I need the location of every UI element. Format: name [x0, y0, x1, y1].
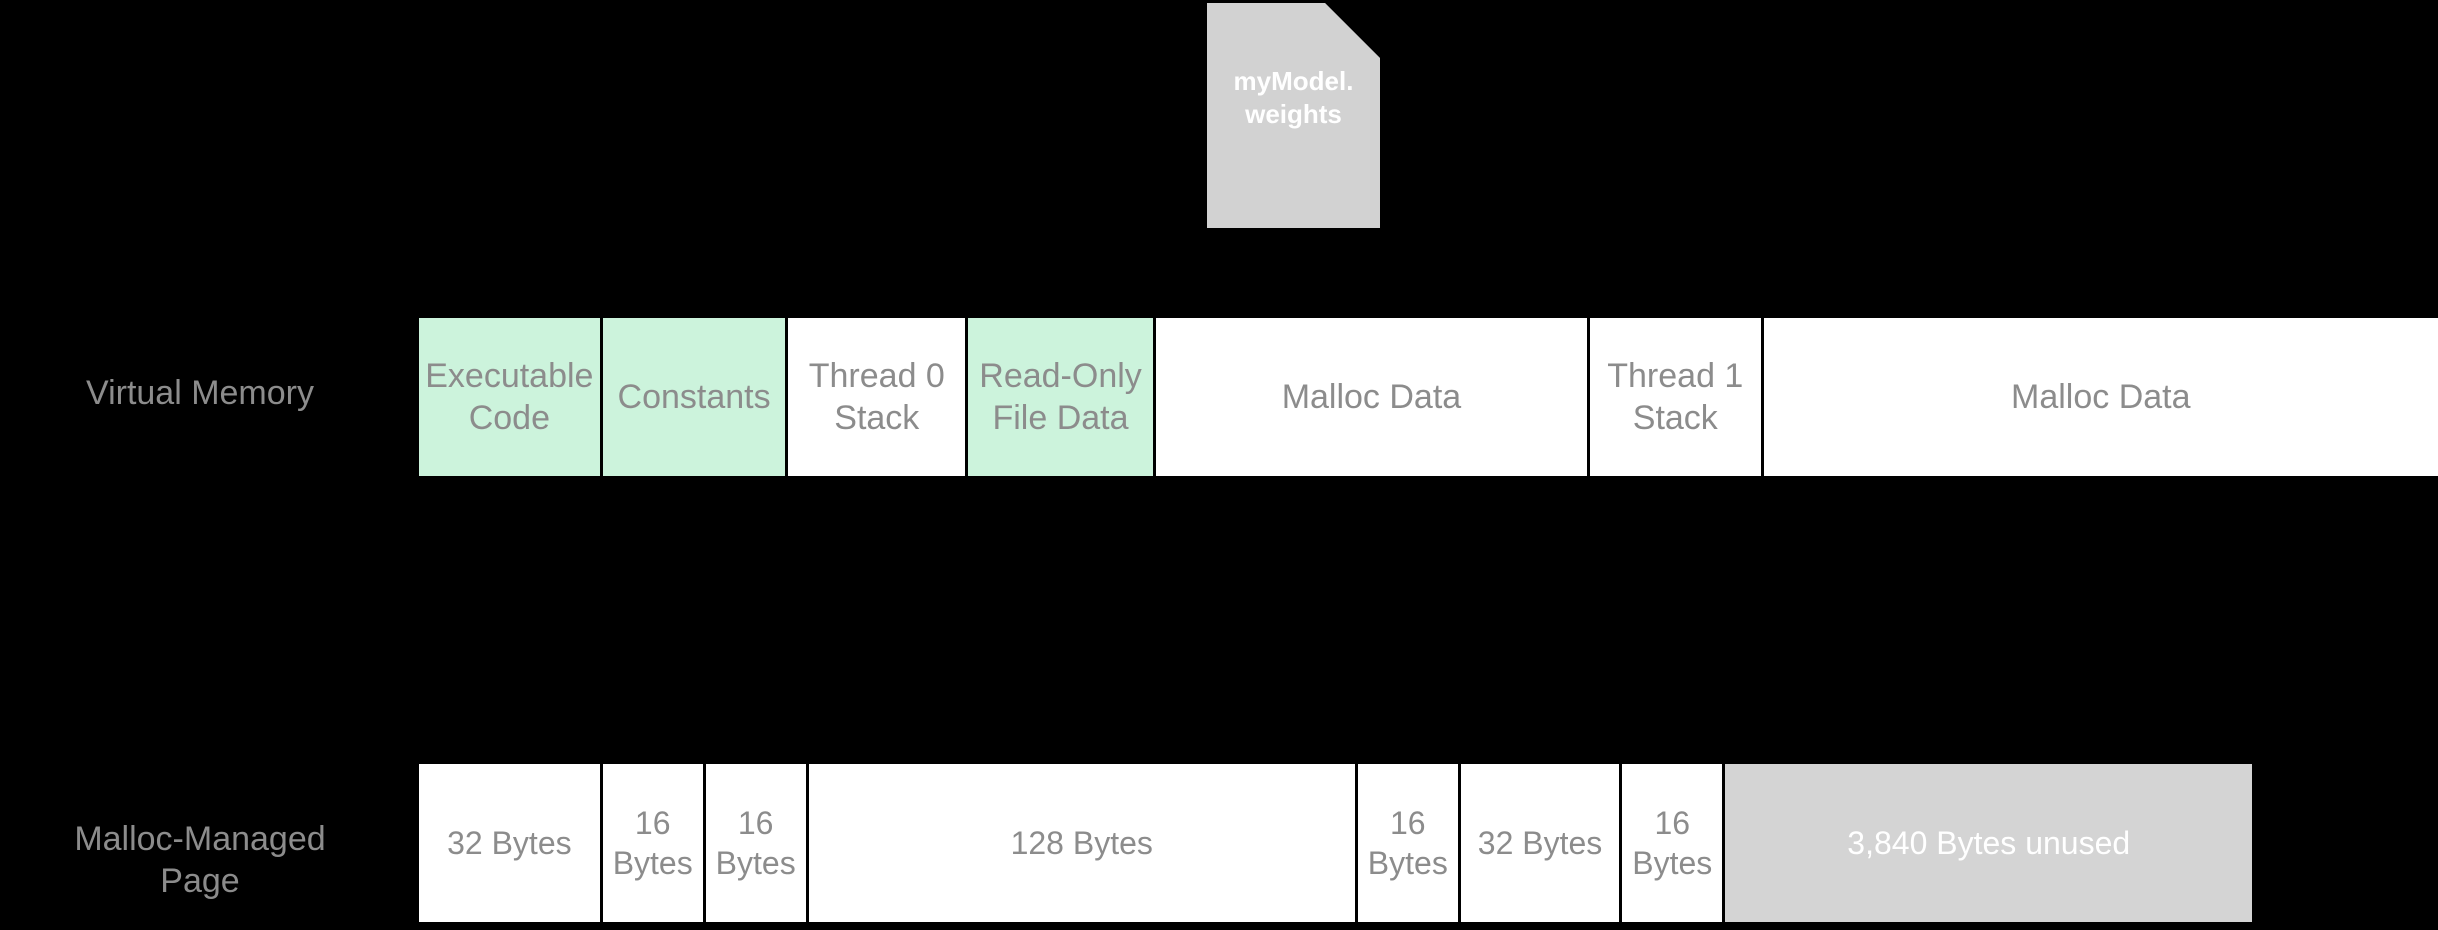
segment-constants[interactable]: Constants	[602, 318, 789, 476]
segment-label: Thread 0 Stack	[809, 355, 945, 439]
segment-label-line: Read-Only	[979, 357, 1142, 395]
segment-label-line: Thread 1	[1607, 357, 1744, 395]
diagram-canvas: myModel. weights Virtual Memory Executab…	[0, 0, 2438, 930]
segment-block-16-bytes-c[interactable]: 16 Bytes	[1357, 764, 1461, 922]
segment-label-line: 32 Bytes	[447, 825, 572, 861]
segment-label-line: 16	[1390, 805, 1426, 841]
segment-block-16-bytes-a[interactable]: 16 Bytes	[602, 764, 706, 922]
segment-label-line: 128 Bytes	[1010, 825, 1153, 861]
segment-label: Thread 1 Stack	[1607, 355, 1743, 439]
file-icon-label-line-1: myModel.	[1233, 66, 1354, 96]
segment-label: 16 Bytes	[716, 803, 796, 883]
document-file-icon: myModel. weights	[1207, 3, 1380, 228]
segment-malloc-data-1[interactable]: Malloc Data	[1155, 318, 1590, 476]
segment-label-line: Bytes	[715, 845, 796, 881]
segment-label: 16 Bytes	[1368, 803, 1448, 883]
malloc-page-row-label-line-1: Malloc-Managed	[74, 820, 326, 858]
segment-thread-1-stack[interactable]: Thread 1 Stack	[1589, 318, 1764, 476]
malloc-page-segments: 32 Bytes 16 Bytes 16 Bytes 128 Bytes 16 Bytes 32…	[419, 764, 2438, 922]
segment-label: 16 Bytes	[613, 803, 693, 883]
segment-block-32-bytes-a[interactable]: 32 Bytes	[419, 764, 603, 922]
virtual-memory-row-label: Virtual Memory	[86, 374, 314, 412]
segment-label-line: Thread 0	[808, 357, 945, 395]
segment-block-128-bytes[interactable]: 128 Bytes	[808, 764, 1358, 922]
malloc-page-row-label: Malloc-Managed Page	[0, 818, 400, 902]
segment-label-line: Stack	[1632, 399, 1718, 437]
segment-label-line: Malloc Data	[1281, 378, 1462, 416]
segment-label-line: Constants	[617, 378, 771, 416]
segment-block-16-bytes-b[interactable]: 16 Bytes	[705, 764, 809, 922]
segment-label-line: 32 Bytes	[1477, 825, 1603, 861]
segment-label-line: Bytes	[1367, 845, 1448, 881]
segment-label-line: 16	[1654, 805, 1691, 841]
segment-label: 128 Bytes	[1011, 823, 1153, 863]
segment-label: Read-Only File Data	[979, 355, 1142, 439]
segment-block-16-bytes-d[interactable]: 16 Bytes	[1622, 764, 1726, 922]
segment-malloc-data-2[interactable]: Malloc Data	[1763, 318, 2438, 476]
segment-thread-0-stack[interactable]: Thread 0 Stack	[788, 318, 969, 476]
malloc-page-row-label-line-2: Page	[160, 862, 240, 900]
segment-label: 32 Bytes	[447, 823, 572, 863]
segment-label-line: Bytes	[612, 845, 693, 881]
segment-label: Malloc Data	[2011, 376, 2191, 418]
segment-label-line: Malloc Data	[2011, 378, 2191, 416]
segment-block-unused[interactable]: 3,840 Bytes unused	[1725, 764, 2253, 922]
segment-label-line: Code	[468, 399, 550, 437]
segment-label-line: Bytes	[1632, 845, 1713, 881]
segment-label: 32 Bytes	[1478, 823, 1603, 863]
segment-executable-code[interactable]: Executable Code	[419, 318, 603, 476]
segment-label: Constants	[618, 376, 771, 418]
file-icon-label: myModel. weights	[1207, 65, 1380, 131]
segment-label-line: 16	[634, 805, 671, 841]
file-icon-label-line-2: weights	[1245, 99, 1342, 129]
segment-label-line: Executable	[425, 357, 594, 395]
segment-label-line: 16	[737, 805, 774, 841]
virtual-memory-segments: Executable Code Constants Thread 0 Stack Read…	[419, 318, 2438, 476]
segment-label: 16 Bytes	[1632, 803, 1712, 883]
segment-label: Malloc Data	[1282, 376, 1462, 418]
segment-label-line: 3,840 Bytes unused	[1847, 825, 2131, 861]
segment-label-line: Stack	[834, 399, 920, 437]
segment-label-line: File Data	[992, 399, 1129, 437]
segment-block-32-bytes-b[interactable]: 32 Bytes	[1460, 764, 1623, 922]
segment-label: Executable Code	[425, 355, 593, 439]
segment-read-only-file-data[interactable]: Read-Only File Data	[968, 318, 1156, 476]
segment-label: 3,840 Bytes unused	[1847, 823, 2130, 863]
